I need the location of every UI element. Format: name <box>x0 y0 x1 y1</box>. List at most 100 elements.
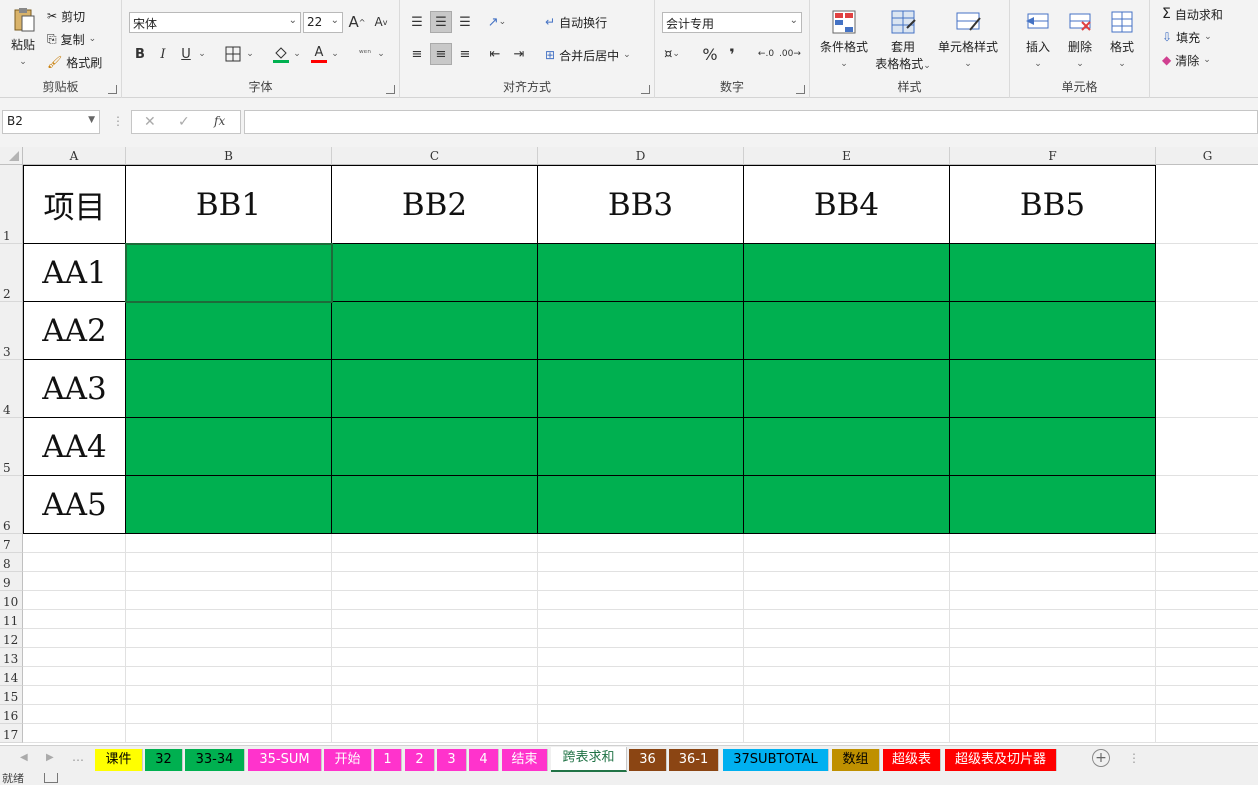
cell-a16[interactable] <box>23 705 126 724</box>
cell-e15[interactable] <box>744 686 950 705</box>
shrink-font-button[interactable]: Av <box>370 11 392 33</box>
cell-e9[interactable] <box>744 572 950 591</box>
cell-b8[interactable] <box>126 553 332 572</box>
sheet-tab[interactable]: 36-1 <box>669 749 719 771</box>
cell-b10[interactable] <box>126 591 332 610</box>
dialog-launcher-icon[interactable] <box>108 85 117 94</box>
cell-b9[interactable] <box>126 572 332 591</box>
cell-c13[interactable] <box>332 648 538 667</box>
cell-a14[interactable] <box>23 667 126 686</box>
row-header-6[interactable]: 6 <box>0 476 23 534</box>
row-header-4[interactable]: 4 <box>0 360 23 418</box>
cell-g3[interactable] <box>1156 302 1258 360</box>
table-data-cell[interactable] <box>950 244 1156 302</box>
autosum-button[interactable]: Σ 自动求和 <box>1162 4 1223 24</box>
table-data-cell[interactable] <box>126 418 332 476</box>
cell-d8[interactable] <box>538 553 744 572</box>
format-as-table-button[interactable]: 套用 表格格式⌄ <box>872 8 934 72</box>
name-box[interactable]: B2 ▼ <box>2 110 100 134</box>
cell-f7[interactable] <box>950 534 1156 553</box>
table-header-bb5[interactable]: BB5 <box>950 165 1156 244</box>
cell-c11[interactable] <box>332 610 538 629</box>
cell-g11[interactable] <box>1156 610 1258 629</box>
row-header-10[interactable]: 10 <box>0 591 23 610</box>
cell-b13[interactable] <box>126 648 332 667</box>
dialog-launcher-icon[interactable] <box>386 85 395 94</box>
decrease-indent-button[interactable]: ⇤ <box>484 43 506 65</box>
sheet-tab[interactable]: 开始 <box>324 749 372 771</box>
cell-g16[interactable] <box>1156 705 1258 724</box>
table-row-label-aa4[interactable]: AA4 <box>23 418 126 476</box>
fill-button[interactable]: ⇩ 填充 ⌄ <box>1162 27 1212 47</box>
align-top-button[interactable]: ☰ <box>406 11 428 33</box>
table-header-bb3[interactable]: BB3 <box>538 165 744 244</box>
cell-d15[interactable] <box>538 686 744 705</box>
table-data-cell[interactable] <box>950 476 1156 534</box>
cell-e17[interactable] <box>744 724 950 743</box>
cell-e7[interactable] <box>744 534 950 553</box>
table-data-cell[interactable] <box>332 302 538 360</box>
cell-g2[interactable] <box>1156 244 1258 302</box>
align-bottom-button[interactable]: ☰ <box>454 11 476 33</box>
cell-f10[interactable] <box>950 591 1156 610</box>
cell-a8[interactable] <box>23 553 126 572</box>
cell-f14[interactable] <box>950 667 1156 686</box>
cell-c9[interactable] <box>332 572 538 591</box>
sheet-tab[interactable]: 33-34 <box>185 749 245 771</box>
column-header-e[interactable]: E <box>744 147 950 165</box>
select-all-corner[interactable] <box>0 147 23 165</box>
paste-button[interactable]: 粘贴 ⌄ <box>4 6 42 67</box>
table-data-cell[interactable] <box>126 302 332 360</box>
table-row-label-aa3[interactable]: AA3 <box>23 360 126 418</box>
dialog-launcher-icon[interactable] <box>641 85 650 94</box>
cell-e12[interactable] <box>744 629 950 648</box>
font-color-button[interactable]: A <box>308 43 330 65</box>
row-header-2[interactable]: 2 <box>0 244 23 302</box>
italic-button[interactable]: I <box>152 43 174 65</box>
cell-f9[interactable] <box>950 572 1156 591</box>
cell-c15[interactable] <box>332 686 538 705</box>
table-data-cell[interactable] <box>744 360 950 418</box>
row-header-12[interactable]: 12 <box>0 629 23 648</box>
borders-dropdown[interactable]: ⌄ <box>244 43 256 65</box>
underline-button[interactable]: U <box>175 43 197 65</box>
cell-d9[interactable] <box>538 572 744 591</box>
cell-g15[interactable] <box>1156 686 1258 705</box>
cell-g1[interactable] <box>1156 165 1258 244</box>
row-header-1[interactable]: 1 <box>0 165 23 244</box>
table-data-cell[interactable] <box>538 244 744 302</box>
sheet-tab[interactable]: 超级表及切片器 <box>945 749 1057 771</box>
cell-b12[interactable] <box>126 629 332 648</box>
insert-function-icon[interactable]: fx <box>214 114 225 128</box>
cell-e13[interactable] <box>744 648 950 667</box>
underline-dropdown[interactable]: ⌄ <box>196 43 208 65</box>
table-header-bb1[interactable]: BB1 <box>126 165 332 244</box>
cell-e8[interactable] <box>744 553 950 572</box>
table-data-cell[interactable] <box>332 360 538 418</box>
table-data-cell[interactable] <box>332 244 538 302</box>
copy-button[interactable]: ⎘ 复制 ⌄ <box>47 29 96 49</box>
row-header-11[interactable]: 11 <box>0 610 23 629</box>
conditional-formatting-button[interactable]: 条件格式 ⌄ <box>816 8 872 69</box>
sheet-tab[interactable]: 1 <box>374 749 402 771</box>
cell-c8[interactable] <box>332 553 538 572</box>
phonetic-guide-button[interactable]: ʷᵉⁿ <box>354 43 376 65</box>
cell-g9[interactable] <box>1156 572 1258 591</box>
delete-cells-button[interactable]: 删除 ⌄ <box>1060 8 1100 69</box>
table-data-cell[interactable] <box>744 302 950 360</box>
table-data-cell[interactable] <box>332 476 538 534</box>
table-data-cell[interactable] <box>744 244 950 302</box>
sheet-tab[interactable]: 32 <box>145 749 183 771</box>
increase-decimal-button[interactable]: ←.0 <box>755 43 777 65</box>
cell-a11[interactable] <box>23 610 126 629</box>
formula-input[interactable] <box>244 110 1258 134</box>
table-data-cell[interactable] <box>332 418 538 476</box>
cut-button[interactable]: ✂ 剪切 <box>47 6 85 26</box>
align-center-button[interactable]: ≡ <box>430 43 452 65</box>
font-color-dropdown[interactable]: ⌄ <box>329 43 341 65</box>
cell-c7[interactable] <box>332 534 538 553</box>
column-header-c[interactable]: C <box>332 147 538 165</box>
sheet-tab[interactable]: 37SUBTOTAL <box>723 749 829 771</box>
sheet-tab[interactable]: 2 <box>405 749 435 771</box>
cell-c12[interactable] <box>332 629 538 648</box>
